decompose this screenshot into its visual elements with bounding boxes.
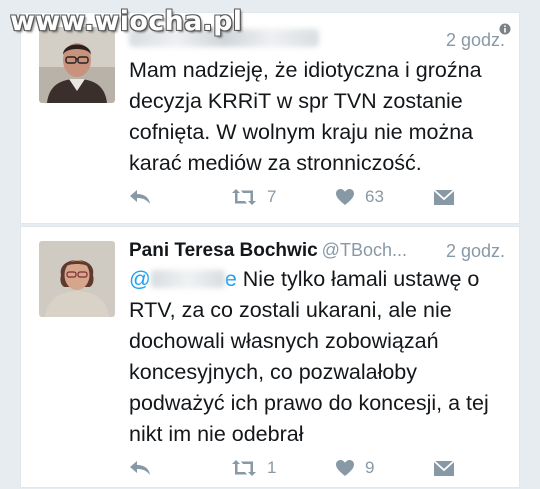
like-button[interactable]: 9 bbox=[335, 456, 374, 480]
tweet-header: Pani Teresa Bochwic @TBoch... 2 godz. bbox=[129, 240, 507, 266]
tweet-text: Mam nadzieję, że idiotyczna i groźna dec… bbox=[129, 58, 482, 175]
tweet-actions: 1 9 bbox=[129, 456, 505, 480]
retweet-count: 1 bbox=[267, 458, 277, 477]
retweet-icon bbox=[232, 460, 256, 476]
like-count: 9 bbox=[365, 458, 375, 477]
heart-icon bbox=[336, 189, 354, 205]
retweet-count: 7 bbox=[267, 187, 277, 206]
mention-tail: e bbox=[224, 267, 237, 291]
retweet-button[interactable]: 7 bbox=[231, 185, 276, 209]
author-handle[interactable]: @TBoch... bbox=[322, 240, 407, 260]
reply-button[interactable] bbox=[129, 456, 151, 480]
direct-message-button[interactable] bbox=[433, 456, 455, 480]
tweet-text: @ e Nie tylko łamali ustawę o RTV, za co … bbox=[129, 264, 505, 450]
like-count: 63 bbox=[365, 187, 384, 206]
mention-at: @ bbox=[129, 267, 151, 291]
avatar-photo bbox=[39, 241, 115, 317]
like-button[interactable]: 63 bbox=[335, 185, 384, 209]
avatar[interactable] bbox=[39, 27, 115, 103]
retweet-button[interactable]: 1 bbox=[231, 456, 276, 480]
envelope-icon bbox=[433, 459, 455, 476]
reply-icon bbox=[130, 461, 150, 475]
reply-icon bbox=[130, 190, 150, 204]
direct-message-button[interactable] bbox=[433, 185, 455, 209]
tweet-actions: 7 63 bbox=[129, 185, 505, 209]
tweet-timestamp[interactable]: 2 godz. bbox=[446, 30, 505, 51]
tweet-card[interactable]: 2 godz. Mam nadzieję, że idiotyczna i gr… bbox=[20, 12, 520, 224]
retweet-icon bbox=[232, 189, 256, 205]
watermark-logo: www.wiocha.pl bbox=[10, 6, 243, 37]
avatar[interactable] bbox=[39, 241, 115, 317]
tweet-card[interactable]: Pani Teresa Bochwic @TBoch... 2 godz. @ e … bbox=[20, 226, 520, 488]
mention-redacted bbox=[150, 270, 225, 288]
tweet-body: Nie tylko łamali ustawę o RTV, za co zos… bbox=[129, 267, 489, 446]
envelope-icon bbox=[433, 188, 455, 205]
mention-link[interactable]: @ e bbox=[129, 267, 237, 291]
author-name[interactable]: Pani Teresa Bochwic bbox=[129, 240, 318, 261]
info-icon[interactable] bbox=[499, 23, 511, 35]
reply-button[interactable] bbox=[129, 185, 151, 209]
avatar-photo bbox=[39, 27, 115, 103]
tweet-timestamp[interactable]: 2 godz. bbox=[446, 241, 505, 262]
heart-icon bbox=[336, 460, 354, 476]
